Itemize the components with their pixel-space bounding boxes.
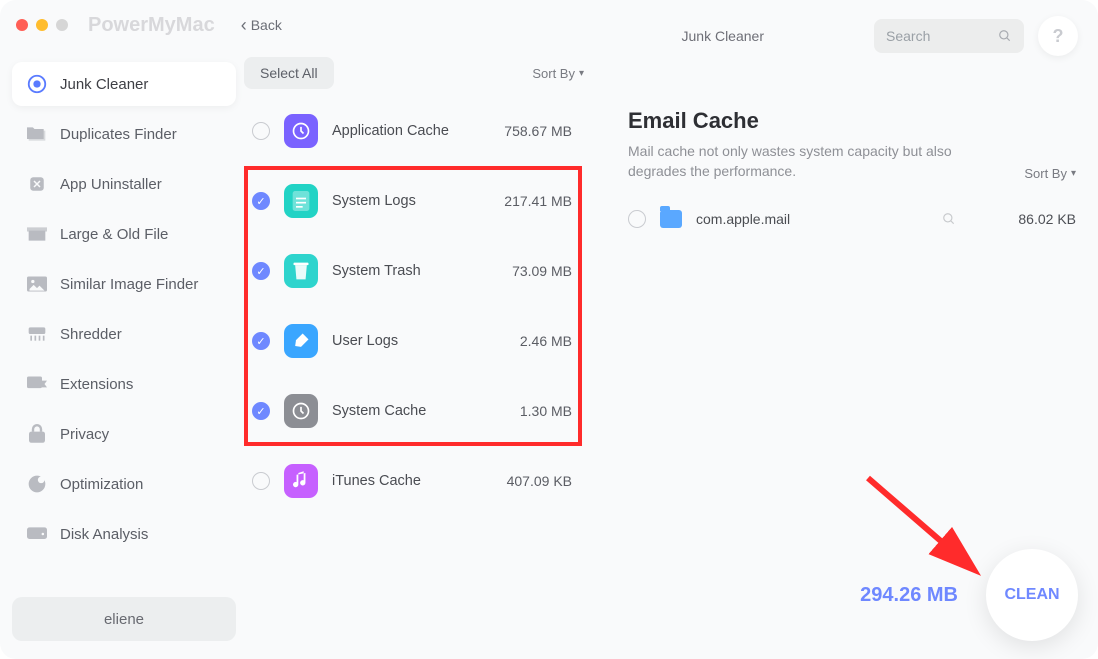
selected-total: 294.26 MB xyxy=(860,584,958,607)
row-checkbox[interactable] xyxy=(628,210,646,228)
sidebar-item-app-uninstaller[interactable]: App Uninstaller xyxy=(12,162,236,206)
detail-name: com.apple.mail xyxy=(696,211,928,227)
opt-icon xyxy=(26,473,48,495)
sidebar-item-label: Junk Cleaner xyxy=(60,76,148,93)
folders-icon xyxy=(26,123,48,145)
detail-sort-dropdown[interactable]: Sort By ▾ xyxy=(1024,166,1076,181)
section-title: Junk Cleaner xyxy=(682,28,765,44)
sidebar-item-privacy[interactable]: Privacy xyxy=(12,412,236,456)
user-pill[interactable]: eliene xyxy=(12,597,236,641)
category-row[interactable]: iTunes Cache 407.09 KB xyxy=(244,446,580,516)
row-checkbox[interactable]: ✓ xyxy=(252,262,270,280)
row-name: System Trash xyxy=(332,263,474,279)
search-icon xyxy=(998,29,1012,43)
sort-label: Sort By xyxy=(532,66,575,81)
row-checkbox[interactable] xyxy=(252,472,270,490)
app-title: PowerMyMac xyxy=(88,14,215,37)
sidebar-item-shredder[interactable]: Shredder xyxy=(12,312,236,356)
category-row[interactable]: ✓ System Trash 73.09 MB xyxy=(244,236,580,306)
sidebar-item-label: Similar Image Finder xyxy=(60,276,198,293)
sidebar-item-label: Shredder xyxy=(60,326,122,343)
chevron-left-icon: ‹ xyxy=(241,16,247,34)
category-row[interactable]: ✓ System Cache 1.30 MB xyxy=(244,376,580,446)
disk-icon xyxy=(26,523,48,545)
zoom-dot[interactable] xyxy=(56,19,68,31)
search-input[interactable]: Search xyxy=(874,19,1024,53)
select-all-button[interactable]: Select All xyxy=(244,57,334,89)
sidebar-item-label: Optimization xyxy=(60,476,143,493)
image-icon xyxy=(26,273,48,295)
sidebar-item-label: Large & Old File xyxy=(60,226,168,243)
row-checkbox[interactable]: ✓ xyxy=(252,192,270,210)
category-panel: Select All Sort By ▾ Application Cache 75… xyxy=(244,50,590,647)
clock-icon xyxy=(284,394,318,428)
row-size: 217.41 MB xyxy=(488,193,572,209)
sidebar-item-similar-image-finder[interactable]: Similar Image Finder xyxy=(12,262,236,306)
back-label: Back xyxy=(251,17,282,33)
sort-by-dropdown[interactable]: Sort By ▾ xyxy=(532,66,584,81)
shredder-icon xyxy=(26,323,48,345)
row-checkbox[interactable] xyxy=(252,122,270,140)
row-size: 2.46 MB xyxy=(488,333,572,349)
sidebar-item-junk-cleaner[interactable]: Junk Cleaner xyxy=(12,62,236,106)
clean-button[interactable]: CLEAN xyxy=(986,549,1078,641)
detail-desc: Mail cache not only wastes system capaci… xyxy=(628,142,988,181)
reveal-icon[interactable] xyxy=(942,212,956,226)
row-checkbox[interactable]: ✓ xyxy=(252,332,270,350)
minimize-dot[interactable] xyxy=(36,19,48,31)
sidebar-item-label: App Uninstaller xyxy=(60,176,162,193)
sidebar-item-label: Privacy xyxy=(60,426,109,443)
detail-size: 86.02 KB xyxy=(996,211,1076,227)
sidebar: Junk Cleaner Duplicates Finder App Uninsta… xyxy=(12,50,236,647)
lock-icon xyxy=(26,423,48,445)
row-name: Application Cache xyxy=(332,123,474,139)
category-row[interactable]: ✓ System Logs 217.41 MB xyxy=(244,166,580,236)
chevron-down-icon: ▾ xyxy=(1071,168,1076,179)
row-name: System Cache xyxy=(332,403,474,419)
sidebar-item-extensions[interactable]: Extensions xyxy=(12,362,236,406)
sidebar-item-optimization[interactable]: Optimization xyxy=(12,462,236,506)
music-icon xyxy=(284,464,318,498)
box-icon xyxy=(26,223,48,245)
search-placeholder: Search xyxy=(886,28,930,44)
close-dot[interactable] xyxy=(16,19,28,31)
sidebar-item-disk-analysis[interactable]: Disk Analysis xyxy=(12,512,236,556)
ext-icon xyxy=(26,373,48,395)
row-name: User Logs xyxy=(332,333,474,349)
folder-icon xyxy=(660,210,682,228)
sidebar-item-duplicates-finder[interactable]: Duplicates Finder xyxy=(12,112,236,156)
brush-icon xyxy=(284,324,318,358)
row-name: iTunes Cache xyxy=(332,473,474,489)
category-row[interactable]: Application Cache 758.67 MB xyxy=(244,96,580,166)
doc-icon xyxy=(284,184,318,218)
row-size: 73.09 MB xyxy=(488,263,572,279)
category-row[interactable]: ✓ User Logs 2.46 MB xyxy=(244,306,580,376)
trash-icon xyxy=(284,254,318,288)
row-size: 758.67 MB xyxy=(488,123,572,139)
clock-icon xyxy=(284,114,318,148)
row-checkbox[interactable]: ✓ xyxy=(252,402,270,420)
detail-title: Email Cache xyxy=(628,108,1076,134)
row-name: System Logs xyxy=(332,193,474,209)
row-size: 1.30 MB xyxy=(488,403,572,419)
uninstall-icon xyxy=(26,173,48,195)
detail-row[interactable]: com.apple.mail 86.02 KB xyxy=(628,199,1076,239)
target-icon xyxy=(26,73,48,95)
back-button[interactable]: ‹ Back xyxy=(241,16,282,34)
sidebar-item-label: Disk Analysis xyxy=(60,526,148,543)
row-size: 407.09 KB xyxy=(488,473,572,489)
sidebar-item-label: Duplicates Finder xyxy=(60,126,177,143)
sidebar-item-large-old-file[interactable]: Large & Old File xyxy=(12,212,236,256)
category-list: Application Cache 758.67 MB ✓ System Logs 21… xyxy=(244,96,590,647)
window-controls[interactable] xyxy=(16,19,68,31)
sidebar-item-label: Extensions xyxy=(60,376,133,393)
detail-list: com.apple.mail 86.02 KB xyxy=(628,199,1076,239)
chevron-down-icon: ▾ xyxy=(579,68,584,79)
